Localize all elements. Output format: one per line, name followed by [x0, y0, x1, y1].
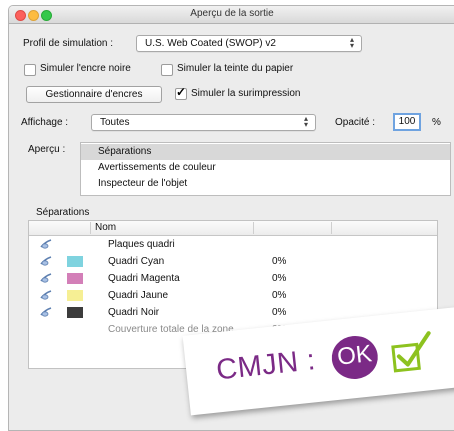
- separation-name: Quadri Cyan: [108, 256, 165, 267]
- visibility-eye-icon[interactable]: [40, 306, 52, 318]
- ink-swatch: [67, 307, 83, 318]
- ink-manager-label: Gestionnaire d'encres: [45, 89, 143, 100]
- visibility-eye-icon[interactable]: [40, 289, 52, 301]
- opacity-unit: %: [432, 117, 441, 128]
- visibility-eye-icon[interactable]: [40, 238, 52, 250]
- visibility-eye-icon[interactable]: [40, 255, 52, 267]
- simulate-overprint-checkbox[interactable]: [175, 85, 187, 100]
- ink-swatch: [67, 256, 83, 267]
- title-bar[interactable]: Aperçu de la sortie: [9, 6, 454, 24]
- simulate-paper-tint-label: Simuler la teinte du papier: [177, 63, 294, 74]
- simulate-paper-tint-checkbox[interactable]: [161, 64, 173, 76]
- ok-circle: OK: [329, 333, 380, 382]
- updown-arrows-icon: ▴ ▾: [303, 114, 308, 129]
- ink-swatch: [67, 273, 83, 284]
- display-value: Toutes: [100, 117, 130, 128]
- updown-arrows-icon: ▴ ▾: [349, 35, 354, 50]
- profile-select[interactable]: U.S. Web Coated (SWOP) v2 ▴ ▾: [136, 35, 362, 52]
- separation-percent: 0%: [272, 307, 287, 318]
- ok-label: OK: [335, 340, 374, 371]
- cmjn-label: CMJN :: [214, 344, 318, 387]
- separation-percent: 0%: [272, 290, 287, 301]
- display-select[interactable]: Toutes ▴ ▾: [91, 114, 316, 131]
- window-title: Aperçu de la sortie: [190, 8, 274, 19]
- separation-name: Quadri Noir: [108, 307, 160, 318]
- column-header-name[interactable]: Nom: [95, 222, 116, 233]
- opacity-label: Opacité :: [335, 117, 376, 128]
- opacity-value: 100: [398, 116, 416, 127]
- display-label: Affichage :: [21, 117, 69, 128]
- separation-row[interactable]: Plaques quadri: [29, 236, 437, 253]
- ink-manager-button[interactable]: Gestionnaire d'encres: [26, 86, 162, 103]
- separation-name: Quadri Magenta: [108, 273, 180, 284]
- separation-row[interactable]: Quadri Magenta 0%: [29, 270, 437, 287]
- column-divider: [253, 222, 254, 234]
- separation-row[interactable]: Quadri Cyan 0%: [29, 253, 437, 270]
- simulate-overprint-label: Simuler la surimpression: [191, 88, 301, 99]
- separation-percent: 0%: [272, 273, 287, 284]
- simulate-black-ink-checkbox[interactable]: [24, 64, 36, 76]
- profile-label: Profil de simulation :: [23, 38, 114, 49]
- column-divider: [331, 222, 332, 234]
- preview-item-color-warnings[interactable]: Avertissements de couleur: [81, 160, 450, 176]
- ink-swatch: [67, 290, 83, 301]
- visibility-eye-icon[interactable]: [40, 272, 52, 284]
- preview-item-object-inspector[interactable]: Inspecteur de l'objet: [81, 176, 450, 192]
- preview-item-separations[interactable]: Séparations: [81, 144, 450, 160]
- green-checkbox-icon: [391, 331, 431, 373]
- preview-list: Séparations Avertissements de couleur In…: [80, 142, 451, 196]
- separations-section-label: Séparations: [36, 207, 90, 218]
- preview-item-label: Séparations: [98, 146, 152, 157]
- opacity-field[interactable]: 100: [393, 113, 421, 131]
- column-divider: [90, 222, 91, 234]
- preview-label: Aperçu :: [28, 144, 66, 155]
- simulate-black-ink-label: Simuler l'encre noire: [40, 63, 131, 74]
- profile-value: U.S. Web Coated (SWOP) v2: [145, 38, 276, 49]
- separation-row[interactable]: Quadri Jaune 0%: [29, 287, 437, 304]
- separation-name: Plaques quadri: [108, 239, 175, 250]
- preview-item-label: Avertissements de couleur: [98, 162, 216, 173]
- preview-item-label: Inspecteur de l'objet: [98, 178, 188, 189]
- separation-name: Quadri Jaune: [108, 290, 169, 301]
- table-header: Nom: [29, 221, 437, 236]
- separation-percent: 0%: [272, 256, 287, 267]
